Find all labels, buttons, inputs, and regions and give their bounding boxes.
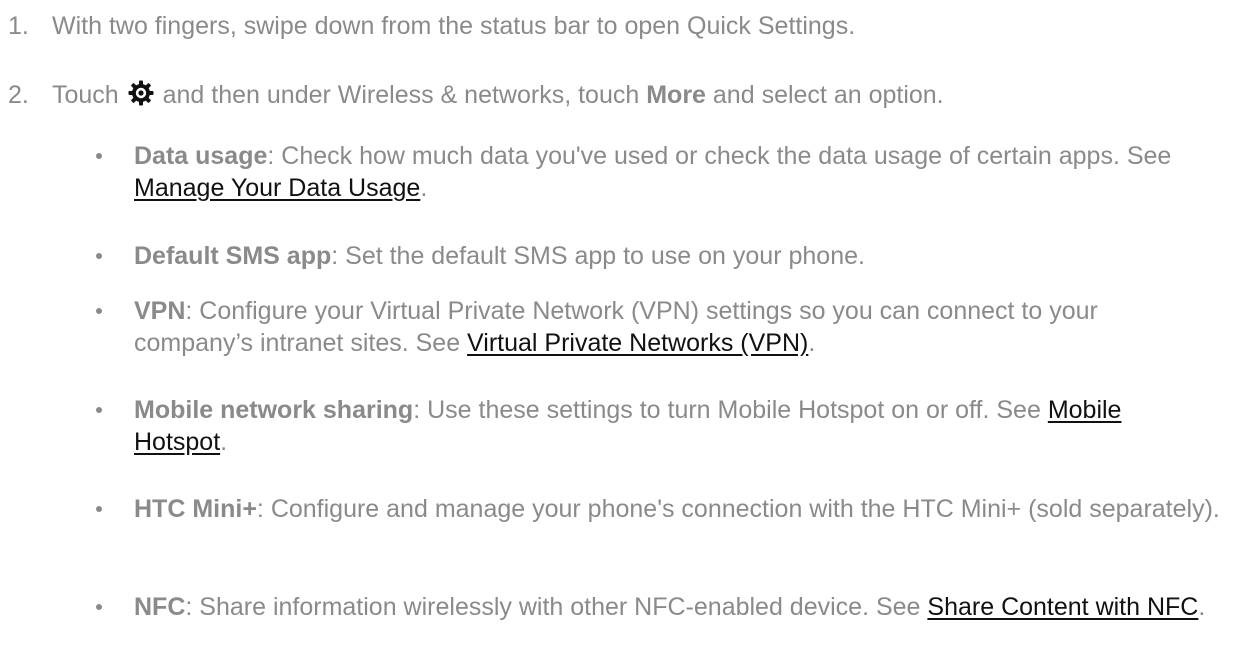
option-term: Data usage [134, 142, 268, 170]
step-number: 1. [8, 12, 29, 40]
option-term: Mobile network sharing [134, 396, 414, 424]
option-description: : Set the default SMS app to use on your… [331, 242, 865, 270]
step-text-prefix: Touch [52, 81, 119, 109]
list-item: Data usage: Check how much data you've u… [96, 140, 1221, 204]
option-end: . [220, 428, 228, 456]
bullet-dot [96, 506, 102, 512]
step-2: 2. Touch and then under Wireless & netwo… [8, 79, 944, 111]
option-term: NFC [134, 593, 186, 621]
option-description: : Configure and manage your phone's conn… [256, 495, 1220, 523]
option-description: : Use these settings to turn Mobile Hots… [413, 396, 1048, 424]
option-term: Default SMS app [134, 242, 332, 270]
step-text-suffix: and select an option. [712, 81, 944, 109]
option-description: : Share information wirelessly with othe… [185, 593, 928, 621]
option-term: HTC Mini+ [134, 495, 257, 523]
bullet-dot [96, 308, 102, 314]
option-end: . [420, 174, 428, 202]
step-number: 2. [8, 81, 29, 109]
list-item: VPN: Configure your Virtual Private Netw… [96, 295, 1221, 359]
option-term: VPN [134, 297, 186, 325]
share-content-nfc-link[interactable]: Share Content with NFC [927, 593, 1198, 621]
settings-gear-icon [128, 80, 154, 106]
bullet-dot [96, 253, 102, 259]
step-text-middle: and then under Wireless & networks, touc… [162, 81, 640, 109]
step-1: 1. With two fingers, swipe down from the … [8, 10, 855, 42]
list-item: Mobile network sharing: Use these settin… [96, 394, 1221, 458]
manage-data-usage-link[interactable]: Manage Your Data Usage [134, 174, 420, 202]
option-end: . [1198, 593, 1206, 621]
list-item: HTC Mini+: Configure and manage your pho… [96, 493, 1221, 525]
vpn-link[interactable]: Virtual Private Networks (VPN) [467, 329, 808, 357]
bullet-dot [96, 153, 102, 159]
bullet-dot [96, 407, 102, 413]
step-text: With two fingers, swipe down from the st… [52, 12, 856, 40]
option-description: : Check how much data you've used or che… [267, 142, 1172, 170]
bullet-dot [96, 604, 102, 610]
option-end: . [808, 329, 816, 357]
list-item: Default SMS app: Set the default SMS app… [96, 240, 1221, 272]
list-item: NFC: Share information wirelessly with o… [96, 591, 1221, 623]
step-bold-term: More [646, 81, 706, 109]
